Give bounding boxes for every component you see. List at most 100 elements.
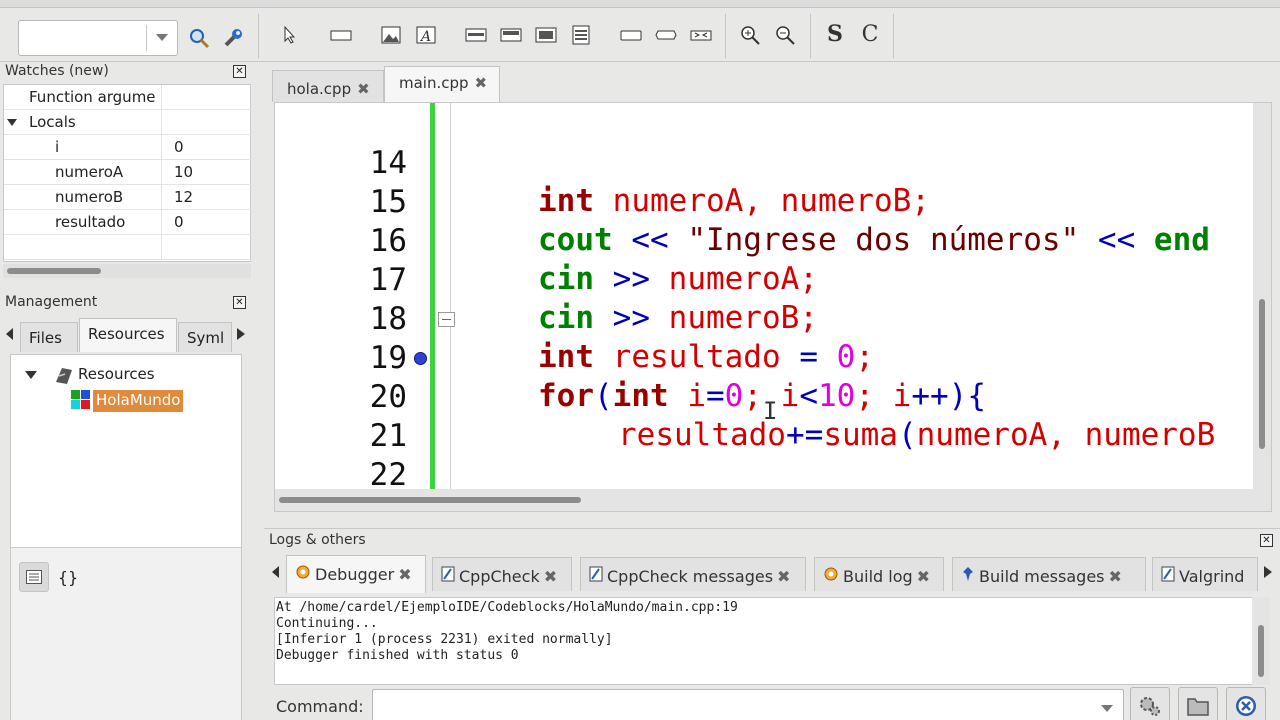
- scrollbar-thumb[interactable]: [1258, 625, 1264, 677]
- watch-row[interactable]: numeroA 10: [4, 160, 252, 185]
- chevron-down-icon[interactable]: [156, 34, 168, 41]
- bar2-icon[interactable]: [498, 22, 524, 48]
- wrench-icon[interactable]: [220, 25, 246, 51]
- scrollbar-thumb[interactable]: [279, 497, 581, 503]
- close-icon[interactable]: ✖: [777, 567, 790, 586]
- gear-icon: [823, 566, 839, 586]
- zoom-out-icon[interactable]: [772, 22, 798, 48]
- tab-label: hola.cpp: [287, 80, 352, 98]
- bar1-icon[interactable]: [463, 22, 489, 48]
- close-icon[interactable]: ✖: [544, 567, 557, 586]
- editor-tabs: hola.cpp ✖ main.cpp ✖: [268, 66, 1280, 102]
- stop-debugger-button[interactable]: [1226, 687, 1266, 720]
- watch-var-value: 10: [174, 163, 194, 181]
- tab-files[interactable]: Files: [20, 322, 78, 352]
- c-glyph-button[interactable]: C: [857, 21, 883, 47]
- command-input[interactable]: [372, 689, 1124, 720]
- watch-var-name: numeroA: [4, 160, 162, 185]
- tab-hola-cpp[interactable]: hola.cpp ✖: [272, 70, 384, 102]
- watch-var-name: numeroB: [4, 185, 162, 210]
- log-line: Debugger finished with status 0: [276, 648, 519, 663]
- rect-icon[interactable]: [328, 22, 354, 48]
- find-icon[interactable]: [186, 25, 212, 51]
- close-icon[interactable]: ✖: [1109, 567, 1122, 586]
- chevron-down-icon[interactable]: [1101, 705, 1113, 712]
- close-icon[interactable]: ✕: [233, 65, 246, 78]
- chevron-left-icon[interactable]: [6, 328, 14, 340]
- close-icon[interactable]: ✕: [1260, 534, 1273, 547]
- tree-root-label[interactable]: Resources: [78, 365, 155, 383]
- shape3-icon[interactable]: [688, 22, 714, 48]
- watch-row[interactable]: numeroB 12: [4, 185, 252, 210]
- open-folder-button[interactable]: [1178, 687, 1218, 720]
- watch-row[interactable]: i 0: [4, 135, 252, 160]
- expand-triangle-icon[interactable]: [25, 371, 37, 379]
- pin-icon: [961, 566, 975, 586]
- management-tabs: Files Resources Syml: [3, 318, 251, 352]
- tab-debugger[interactable]: Debugger ✖: [286, 555, 426, 593]
- log-line: [Inferior 1 (process 2231) exited normal…: [276, 632, 613, 647]
- editor-vertical-scrollbar[interactable]: [1253, 103, 1271, 491]
- list-view-icon[interactable]: [19, 562, 49, 592]
- chevron-left-icon[interactable]: [272, 566, 280, 578]
- tab-cppcheck-messages[interactable]: CppCheck messages ✖: [580, 557, 806, 591]
- text-icon[interactable]: A: [413, 22, 439, 48]
- close-icon[interactable]: ✖: [398, 565, 411, 584]
- debug-settings-button[interactable]: [1130, 687, 1170, 720]
- close-icon[interactable]: ✕: [233, 296, 246, 309]
- tree-child-hola-mundo[interactable]: HolaMundo: [93, 390, 184, 412]
- management-title: Management: [5, 294, 98, 310]
- debugger-icon: [295, 564, 311, 584]
- zoom-in-icon[interactable]: [737, 22, 763, 48]
- code-editor[interactable]: 14 int numeroA, numeroB; 15 cout << "Ing…: [274, 102, 1272, 512]
- watch-row-locals[interactable]: Locals: [4, 110, 252, 135]
- shape2-icon[interactable]: [653, 22, 679, 48]
- bar3-icon[interactable]: [533, 22, 559, 48]
- tab-main-cpp[interactable]: main.cpp ✖: [384, 66, 500, 102]
- log-vertical-scrollbar[interactable]: [1252, 597, 1270, 685]
- bar4-icon[interactable]: [568, 22, 594, 48]
- scrollbar-thumb[interactable]: [7, 268, 101, 274]
- text-cursor-icon: I: [763, 397, 778, 425]
- watch-row[interactable]: resultado 0: [4, 210, 252, 235]
- tab-symbols[interactable]: Syml: [178, 322, 232, 352]
- s-glyph: S: [827, 21, 843, 47]
- combo-separator: [146, 25, 147, 51]
- tab-cppcheck[interactable]: CppCheck ✖: [432, 557, 572, 591]
- editor-horizontal-scrollbar[interactable]: [275, 489, 1271, 511]
- watch-var-value: 12: [174, 188, 194, 206]
- code-line: 20 resultado+=suma(numeroA, numeroB: [275, 340, 1255, 453]
- watch-row-function-args[interactable]: Function argume: [4, 85, 252, 110]
- log-line: Continuing...: [276, 616, 378, 631]
- c-glyph: C: [861, 21, 879, 47]
- watch-var-name: resultado: [4, 210, 162, 235]
- chevron-right-icon[interactable]: [1264, 566, 1272, 578]
- watches-horizontal-scrollbar[interactable]: [3, 264, 251, 278]
- scrollbar-thumb[interactable]: [1259, 299, 1265, 449]
- tab-build-messages[interactable]: Build messages ✖: [952, 557, 1146, 591]
- tab-build-log[interactable]: Build log ✖: [814, 557, 944, 591]
- pencil-icon: [589, 566, 603, 586]
- image-icon[interactable]: [378, 22, 404, 48]
- code-line: 16 cin >> numeroA;: [275, 184, 1255, 297]
- watch-row-empty[interactable]: [4, 235, 252, 260]
- chevron-right-icon[interactable]: [237, 328, 245, 340]
- tab-resources[interactable]: Resources: [79, 318, 177, 352]
- function-args-label: Function argume: [4, 85, 162, 110]
- expand-triangle-icon[interactable]: [7, 119, 17, 127]
- logs-panel: Logs & others ✕ Debugger ✖ CppCheck ✖ CppC…: [264, 528, 1280, 720]
- close-icon[interactable]: ✖: [917, 567, 930, 586]
- pointer-icon[interactable]: [276, 22, 302, 48]
- svg-text:A: A: [419, 29, 431, 45]
- braces-icon[interactable]: {}: [53, 562, 83, 592]
- tab-label: CppCheck messages: [607, 567, 774, 586]
- debugger-output: At /home/cardel/EjemploIDE/Codeblocks/Ho…: [274, 597, 1260, 685]
- s-glyph-button[interactable]: S: [822, 21, 848, 47]
- close-icon[interactable]: ✖: [357, 80, 370, 98]
- tab-valgrind[interactable]: Valgrind: [1152, 557, 1258, 591]
- shape1-icon[interactable]: [618, 22, 644, 48]
- code-line: 15 cout << "Ingrese dos números" << end: [275, 145, 1255, 258]
- close-icon[interactable]: ✖: [475, 74, 488, 92]
- search-combo[interactable]: [18, 20, 178, 56]
- tab-label: Valgrind: [1179, 567, 1245, 586]
